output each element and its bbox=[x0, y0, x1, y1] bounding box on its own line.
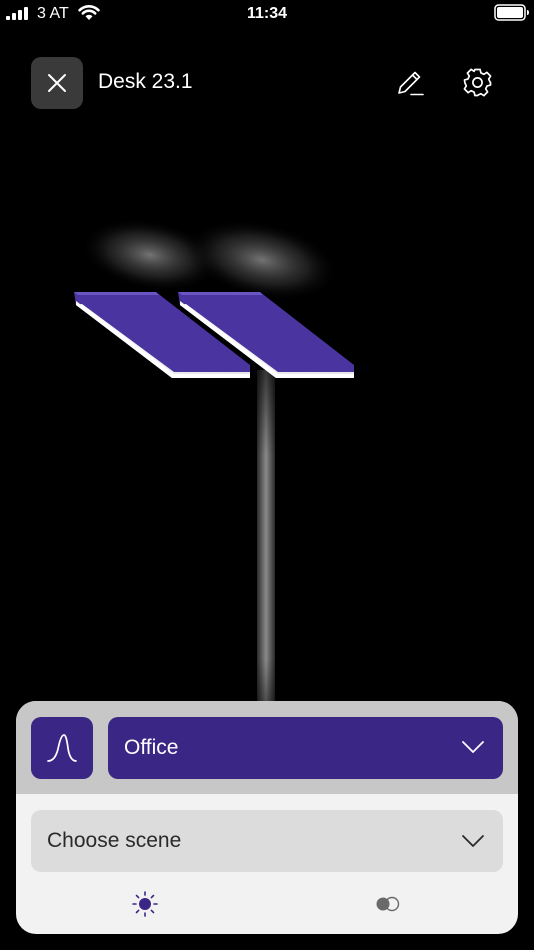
page-title: Desk 23.1 bbox=[98, 70, 193, 93]
close-button[interactable] bbox=[31, 57, 83, 109]
status-bar: 3 AT 11:34 bbox=[0, 0, 534, 30]
battery-icon bbox=[494, 4, 529, 21]
light-curve-button[interactable] bbox=[31, 717, 93, 779]
chevron-down-icon bbox=[462, 835, 484, 847]
color-temperature-icon[interactable] bbox=[373, 893, 403, 915]
clock: 11:34 bbox=[246, 5, 288, 22]
scene-dropdown[interactable]: Choose scene bbox=[31, 810, 503, 872]
light-curve-icon bbox=[47, 734, 77, 762]
close-icon bbox=[48, 74, 66, 92]
scene-dropdown-placeholder: Choose scene bbox=[47, 829, 182, 852]
brightness-icon[interactable] bbox=[130, 891, 160, 917]
pencil-icon[interactable] bbox=[395, 68, 425, 98]
mode-dropdown-value: Office bbox=[124, 736, 179, 759]
mode-dropdown[interactable]: Office bbox=[108, 717, 503, 779]
lamp-illustration[interactable] bbox=[0, 200, 534, 720]
mode-section: Office bbox=[16, 701, 518, 794]
chevron-down-icon bbox=[462, 741, 484, 753]
gear-icon[interactable] bbox=[462, 67, 493, 98]
control-panel: Office Choose scene bbox=[16, 701, 518, 934]
